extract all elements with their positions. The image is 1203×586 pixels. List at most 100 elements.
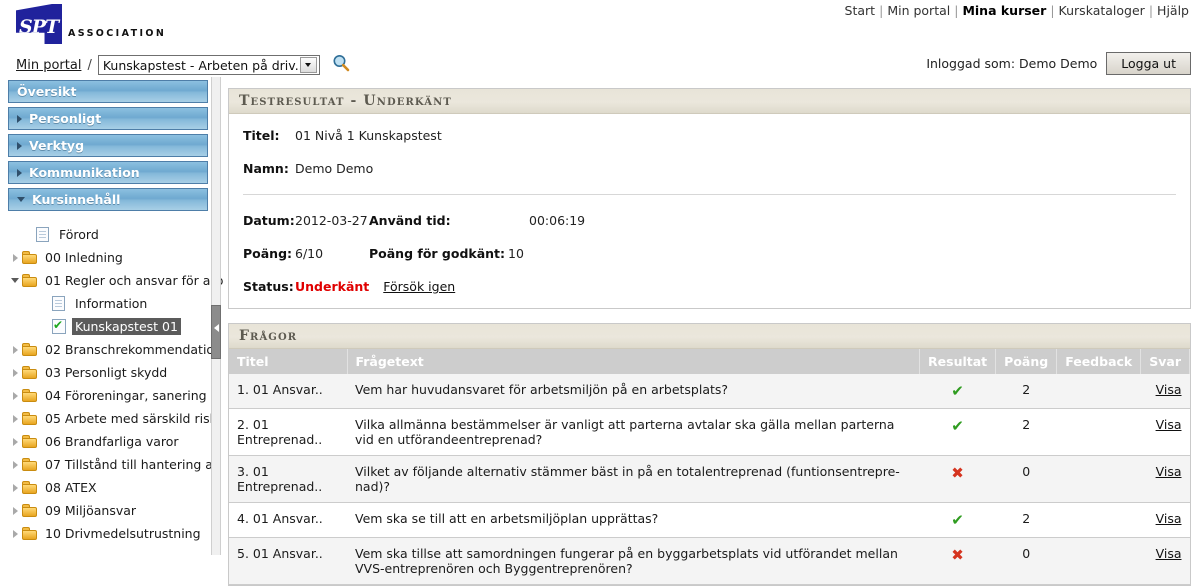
questions-header-row: Titel Frågetext Resultat Poäng Feedback Svar: [229, 349, 1190, 374]
checkmark-icon: ✔: [951, 511, 964, 529]
association-wordmark: ASSOCIATION: [68, 28, 167, 39]
sidebar-nav-kursinnehåll[interactable]: Kursinnehåll: [8, 188, 208, 211]
folder-icon: [22, 435, 42, 448]
tree-item[interactable]: 03 Personligt skydd: [8, 361, 208, 384]
show-answer-link[interactable]: Visa: [1156, 464, 1182, 479]
show-answer-link[interactable]: Visa: [1156, 511, 1182, 526]
main-content: Testresultat - Underkänt Titel: 01 Nivå …: [228, 88, 1191, 586]
sidebar-nav-label: Verktyg: [29, 138, 85, 153]
expand-arrow-icon[interactable]: [8, 414, 22, 423]
top-nav-item-mina-kurser[interactable]: Mina kurser: [958, 3, 1050, 18]
tree-item[interactable]: 05 Arbete med särskild risk: [8, 407, 217, 430]
collapse-arrow-icon[interactable]: [8, 278, 22, 283]
logout-button[interactable]: Logga ut: [1106, 52, 1191, 75]
top-nav-item-kurskataloger[interactable]: Kurskataloger: [1055, 3, 1149, 18]
show-answer-link[interactable]: Visa: [1156, 382, 1182, 397]
question-answer-cell: Visa: [1140, 537, 1190, 585]
breadcrumb-min-portal-link[interactable]: Min portal: [16, 58, 81, 73]
document-icon: [52, 296, 72, 311]
question-answer-cell: Visa: [1140, 374, 1190, 409]
cross-icon: ✖: [951, 546, 964, 564]
tree-item-label: Information: [75, 296, 148, 311]
tree-item-label: Kunskapstest 01: [72, 318, 181, 335]
sidebar-splitter[interactable]: [209, 77, 223, 555]
sidebar-nav-label: Kursinnehåll: [32, 192, 121, 207]
login-status-bar: Inloggad som: Demo Demo Logga ut: [926, 52, 1191, 75]
tree-item[interactable]: 10 Drivmedelsutrustning: [8, 522, 208, 545]
top-nav-item-hjälp[interactable]: Hjälp: [1153, 3, 1193, 18]
date-value: 2012-03-27: [295, 213, 368, 228]
expand-arrow-icon[interactable]: [8, 253, 22, 262]
sidebar-nav-översikt[interactable]: Översikt: [8, 80, 208, 103]
course-select[interactable]: Kunskapstest - Arbeten på driv...: [97, 55, 320, 75]
top-nav-item-start[interactable]: Start: [841, 3, 880, 18]
question-text-cell: Vem ska tillse att samordningen fungerar…: [347, 537, 920, 585]
test-result-body: Titel: 01 Nivå 1 Kunskapstest Namn: Demo…: [229, 114, 1190, 294]
test-icon: ✔: [52, 319, 72, 334]
tree-item[interactable]: Information: [8, 292, 208, 315]
folder-icon: [22, 527, 42, 540]
folder-icon: [22, 343, 42, 356]
show-answer-link[interactable]: Visa: [1156, 417, 1182, 432]
sidebar-nav-buttons: Översikt Personligt Verktyg Kommunikation Ku…: [8, 80, 208, 211]
column-header-poäng[interactable]: Poäng: [995, 349, 1058, 374]
tree-item-label: 06 Brandfarliga varor: [45, 434, 179, 449]
column-header-svar[interactable]: Svar: [1140, 349, 1190, 374]
tree-item[interactable]: 08 ATEX: [8, 476, 208, 499]
question-points-cell: 2: [995, 408, 1057, 456]
sidebar-nav-kommunikation[interactable]: Kommunikation: [8, 161, 208, 184]
score-label: Poäng:: [243, 246, 293, 261]
question-title-cell: 4. 01 Ansvar..: [229, 502, 347, 538]
tree-item-label: 04 Föroreningar, sanering vi: [45, 388, 222, 403]
checkmark-icon: ✔: [951, 417, 964, 435]
tree-item-label: 05 Arbete med särskild risk: [45, 411, 217, 426]
question-feedback-cell: [1056, 455, 1141, 503]
question-result-cell: ✔: [919, 374, 996, 409]
expand-arrow-icon[interactable]: [8, 529, 22, 538]
tree-item[interactable]: 09 Miljöansvar: [8, 499, 208, 522]
column-header-frågetext[interactable]: Frågetext: [347, 349, 921, 374]
tree-item[interactable]: 02 Branschrekommendation: [8, 338, 222, 361]
tree-item[interactable]: 04 Föroreningar, sanering vi: [8, 384, 221, 407]
tree-item[interactable]: ✔ Kunskapstest 01: [8, 315, 208, 338]
top-nav-item-min-portal[interactable]: Min portal: [883, 3, 954, 18]
expand-arrow-icon[interactable]: [8, 460, 22, 469]
question-row: 4. 01 Ansvar.. Vem ska se till att en arb…: [229, 502, 1190, 538]
name-row: Namn: Demo Demo: [243, 161, 1176, 176]
sidebar-nav-verktyg[interactable]: Verktyg: [8, 134, 208, 157]
folder-icon: [22, 481, 42, 494]
expand-arrow-icon[interactable]: [8, 506, 22, 515]
question-result-cell: ✔: [919, 408, 996, 456]
tree-item-label: 09 Miljöansvar: [45, 503, 137, 518]
retry-link[interactable]: Försök igen: [383, 279, 455, 294]
tree-item[interactable]: 01 Regler och ansvar för arb: [8, 269, 223, 292]
tree-item[interactable]: 06 Brandfarliga varor: [8, 430, 208, 453]
folder-icon: [22, 458, 42, 471]
collapse-sidebar-icon[interactable]: [211, 320, 221, 336]
folder-icon: [22, 504, 42, 517]
search-icon[interactable]: [331, 53, 351, 73]
expand-arrow-icon[interactable]: [8, 437, 22, 446]
question-result-cell: ✖: [919, 455, 996, 503]
expand-arrow-icon[interactable]: [8, 345, 22, 354]
tree-item[interactable]: Förord: [8, 223, 208, 246]
question-answer-cell: Visa: [1140, 408, 1190, 456]
folder-icon: [22, 274, 42, 287]
checkmark-icon: ✔: [951, 382, 964, 400]
sidebar-nav-personligt[interactable]: Personligt: [8, 107, 208, 130]
question-text-cell: Vem har huvudansvaret för arbetsmiljön p…: [347, 374, 920, 409]
column-header-resultat[interactable]: Resultat: [919, 349, 997, 374]
tree-item[interactable]: 00 Inledning: [8, 246, 208, 269]
tree-item[interactable]: 07 Tillstånd till hantering av: [8, 453, 220, 476]
show-answer-link[interactable]: Visa: [1156, 546, 1182, 561]
sidebar: Översikt Personligt Verktyg Kommunikation Ku…: [8, 80, 223, 555]
top-navigation: Start | Min portal | Mina kurser | Kurskatalog…: [841, 3, 1193, 18]
column-header-titel[interactable]: Titel: [229, 349, 348, 374]
expand-arrow-icon[interactable]: [8, 483, 22, 492]
expand-arrow-icon[interactable]: [8, 368, 22, 377]
question-feedback-cell: [1056, 374, 1141, 409]
column-header-feedback[interactable]: Feedback: [1056, 349, 1142, 374]
test-result-panel-title: Testresultat - Underkänt: [229, 89, 1190, 114]
tree-item-label: 01 Regler och ansvar för arb: [45, 273, 224, 288]
expand-arrow-icon[interactable]: [8, 391, 22, 400]
